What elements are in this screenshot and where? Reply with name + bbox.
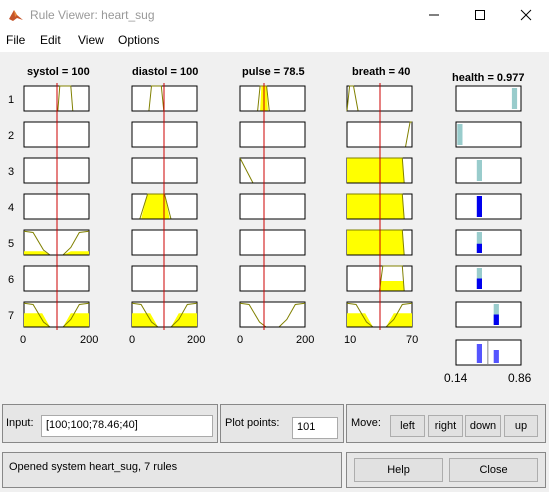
mf-plot-box bbox=[239, 193, 306, 220]
pulse-min-tick: 0 bbox=[237, 334, 244, 346]
window-title: Rule Viewer: heart_sug bbox=[30, 8, 155, 22]
pulse-max-tick: 200 bbox=[296, 334, 315, 346]
diastol-max-tick: 200 bbox=[187, 334, 206, 346]
output-range-max: 0.86 bbox=[508, 371, 532, 385]
output-mf-bar bbox=[511, 88, 518, 109]
output-plot-box bbox=[455, 193, 522, 220]
output-mf-activation bbox=[476, 243, 482, 253]
output-plot-box bbox=[455, 157, 522, 184]
plot-points-label: Plot points: bbox=[225, 417, 280, 429]
rule-plot-area[interactable]: systol = 100 diastol = 100 pulse = 78.5 … bbox=[0, 52, 549, 397]
move-down-button[interactable]: down bbox=[465, 415, 501, 437]
title-bar: Rule Viewer: heart_sug bbox=[0, 0, 549, 30]
systol-max-tick: 200 bbox=[80, 334, 99, 346]
status-panel: Opened system heart_sug, 7 rules bbox=[2, 452, 342, 488]
output-plot-box bbox=[455, 301, 522, 328]
mf-plot-box bbox=[239, 121, 306, 148]
move-up-button[interactable]: up bbox=[504, 415, 538, 437]
aggregate-output-box bbox=[455, 339, 522, 366]
output-mf-bar bbox=[457, 124, 463, 145]
menu-edit[interactable]: Edit bbox=[40, 33, 61, 47]
plot-points-field[interactable]: 101 bbox=[292, 417, 338, 439]
output-range-min: 0.14 bbox=[444, 371, 468, 385]
menu-file[interactable]: File bbox=[6, 33, 25, 47]
action-panel: Help Close bbox=[346, 452, 546, 488]
minimize-icon bbox=[429, 14, 439, 16]
mf-plot-box bbox=[239, 265, 306, 292]
status-text: Opened system heart_sug, 7 rules bbox=[9, 461, 178, 473]
minimize-button[interactable] bbox=[411, 0, 457, 30]
output-plot-box bbox=[455, 265, 522, 292]
input-vector-field[interactable]: [100;100;78.46;40] bbox=[41, 415, 213, 437]
move-right-button[interactable]: right bbox=[428, 415, 463, 437]
close-icon bbox=[520, 9, 532, 21]
close-window-button[interactable] bbox=[503, 0, 549, 30]
plot-points-panel: Plot points: 101 bbox=[220, 404, 344, 443]
output-mf-bar bbox=[476, 196, 482, 217]
input-panel: Input: [100;100;78.46;40] bbox=[2, 404, 218, 443]
mf-fill bbox=[347, 230, 405, 255]
output-plot-box bbox=[455, 121, 522, 148]
maximize-icon bbox=[475, 10, 485, 20]
close-button[interactable]: Close bbox=[449, 458, 538, 482]
move-left-button[interactable]: left bbox=[390, 415, 425, 437]
systol-min-tick: 0 bbox=[20, 334, 27, 346]
menu-options[interactable]: Options bbox=[118, 33, 159, 47]
output-mf-bar bbox=[476, 160, 482, 181]
aggregate-mf-bar bbox=[493, 350, 499, 363]
matlab-icon bbox=[9, 10, 23, 21]
mf-plot-box bbox=[239, 85, 306, 112]
output-mf-activation bbox=[493, 314, 499, 325]
help-button[interactable]: Help bbox=[354, 458, 443, 482]
menu-view[interactable]: View bbox=[78, 33, 104, 47]
mf-fill bbox=[347, 194, 405, 219]
menu-bar: File Edit View Options bbox=[0, 30, 549, 52]
output-mf-activation bbox=[476, 278, 482, 289]
diastol-min-tick: 0 bbox=[129, 334, 136, 346]
breath-max-tick: 70 bbox=[406, 334, 419, 346]
move-panel: Move: left right down up bbox=[346, 404, 546, 443]
mf-fill bbox=[347, 158, 405, 183]
mf-plot-box bbox=[239, 229, 306, 256]
output-plot-box bbox=[455, 85, 522, 112]
maximize-button[interactable] bbox=[457, 0, 503, 30]
aggregate-mf-bar bbox=[476, 344, 482, 363]
mf-plot-box bbox=[239, 157, 306, 184]
input-label: Input: bbox=[6, 417, 34, 429]
breath-min-tick: 10 bbox=[344, 334, 357, 346]
mf-fill bbox=[379, 281, 405, 291]
move-label: Move: bbox=[351, 417, 381, 429]
output-plot-box bbox=[455, 229, 522, 256]
